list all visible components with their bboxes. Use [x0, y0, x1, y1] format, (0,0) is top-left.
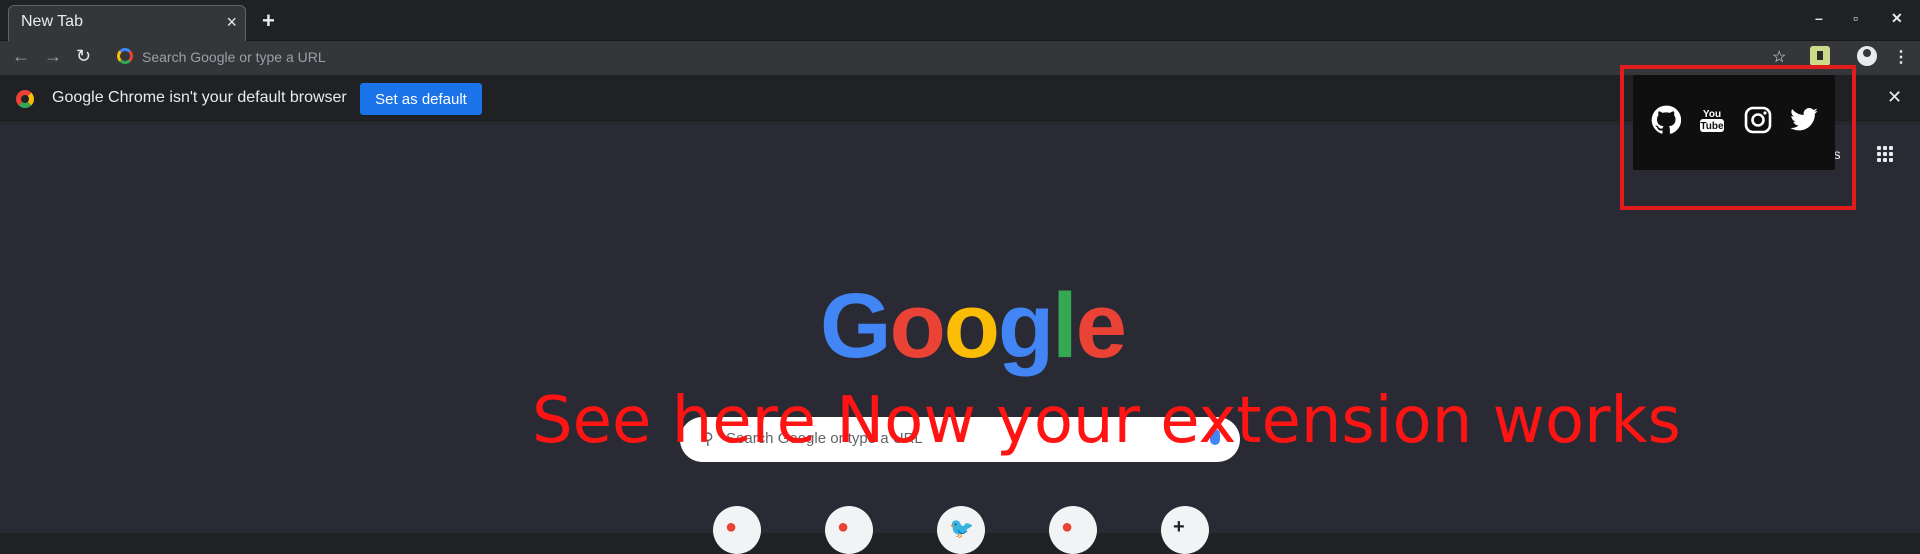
chrome-icon: ●	[725, 516, 738, 538]
google-logo-letter: G	[820, 275, 892, 377]
shortcut-tile[interactable]: ●	[1049, 506, 1097, 554]
google-logo-letter: o	[889, 275, 946, 377]
site-icon: ●	[1061, 516, 1074, 538]
back-icon[interactable]: ←	[12, 46, 30, 67]
twitter-icon: 🐦	[949, 518, 974, 540]
chrome-icon: ●	[837, 516, 850, 538]
shortcut-tile[interactable]: ●	[825, 506, 873, 554]
add-icon: +	[1173, 516, 1185, 538]
google-logo-letter: g	[997, 275, 1054, 377]
google-g-icon	[117, 48, 133, 64]
annotation-text: See here Now your extension works	[532, 384, 1681, 458]
window-close-button[interactable]: ✕	[1891, 10, 1903, 27]
profile-avatar-icon[interactable]	[1857, 46, 1877, 66]
google-logo: Google	[820, 274, 1127, 379]
set-as-default-button[interactable]: Set as default	[360, 83, 482, 115]
tab-strip: New Tab × + – ▫ ✕	[0, 0, 1920, 41]
shortcut-tile[interactable]: ●	[713, 506, 761, 554]
bookmark-star-icon[interactable]: ☆	[1772, 47, 1786, 67]
google-logo-letter: e	[1075, 275, 1127, 377]
shortcut-tile[interactable]: 🐦	[937, 506, 985, 554]
minimize-button[interactable]: –	[1815, 10, 1823, 26]
tab-close-icon[interactable]: ×	[226, 11, 237, 33]
omnibox-placeholder[interactable]: Search Google or type a URL	[142, 49, 326, 65]
apps-grid-icon[interactable]	[1877, 146, 1893, 162]
chrome-menu-icon[interactable]: ⋮	[1893, 47, 1909, 67]
google-logo-letter: l	[1052, 275, 1078, 377]
new-tab-button[interactable]: +	[262, 8, 275, 34]
shortcut-tile[interactable]: +	[1161, 506, 1209, 554]
tab-new-tab[interactable]: New Tab ×	[8, 5, 246, 41]
infobar-message: Google Chrome isn't your default browser	[52, 89, 347, 106]
google-logo-letter: o	[943, 275, 1000, 377]
highlight-box	[1620, 65, 1856, 210]
maximize-button[interactable]: ▫	[1853, 10, 1858, 26]
infobar-close-icon[interactable]: ✕	[1887, 87, 1902, 108]
tab-title: New Tab	[21, 13, 83, 30]
chrome-logo-icon	[16, 90, 34, 108]
forward-icon[interactable]: →	[44, 46, 62, 67]
reload-icon[interactable]: ↻	[76, 46, 91, 67]
extension-icon[interactable]	[1810, 46, 1830, 66]
